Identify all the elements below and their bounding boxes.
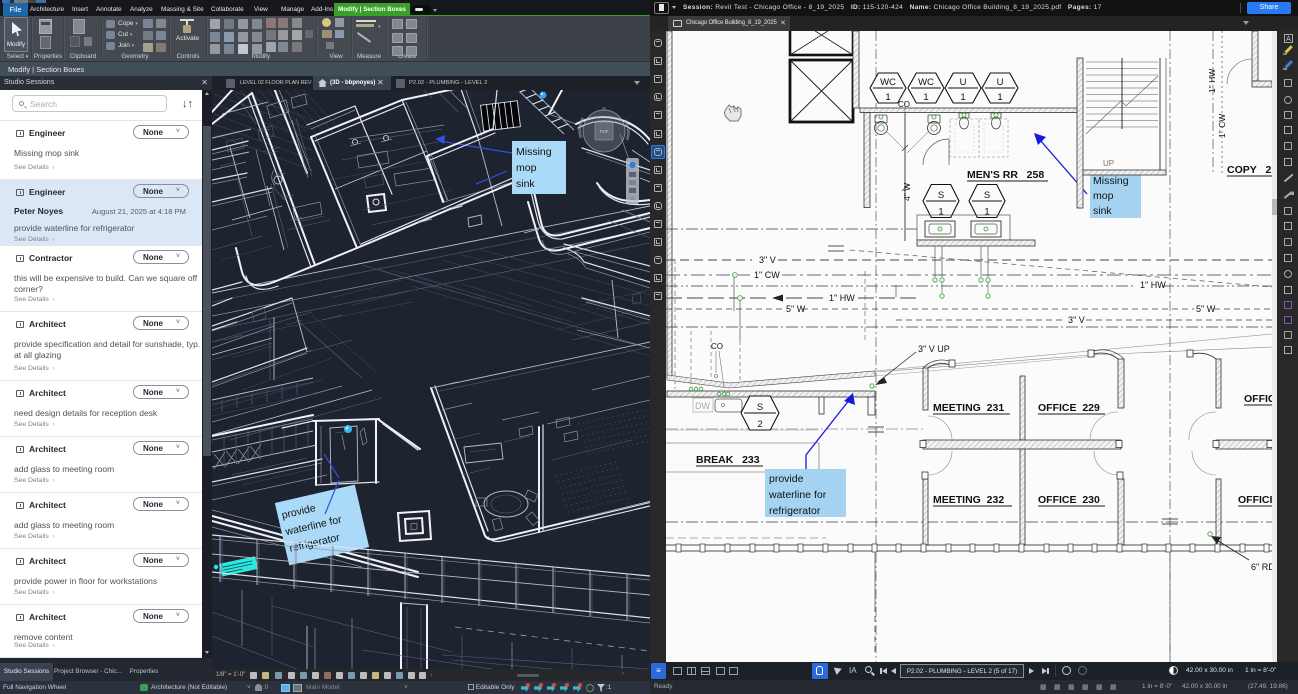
svg-text:sink: sink (516, 178, 535, 190)
svg-text:waterline for: waterline for (768, 489, 827, 501)
svg-text:CO: CO (711, 342, 723, 351)
svg-text:COPY 2: COPY 2 (1227, 164, 1272, 176)
svg-text:DW: DW (695, 401, 710, 411)
svg-text:1: 1 (923, 92, 928, 103)
svg-text:TOP: TOP (599, 129, 608, 134)
svg-text:mop: mop (1093, 190, 1114, 202)
svg-text:5" W: 5" W (1196, 304, 1216, 314)
svg-text:4" W: 4" W (902, 183, 912, 201)
svg-text:S: S (938, 190, 944, 201)
svg-text:1: 1 (938, 207, 943, 218)
svg-text:S: S (757, 402, 763, 413)
svg-text:S: S (984, 190, 990, 201)
svg-text:MEETING 231: MEETING 231 (933, 402, 1004, 414)
svg-text:provide: provide (769, 473, 804, 485)
svg-text:3" V UP: 3" V UP (918, 344, 950, 354)
svg-text:Missing: Missing (1093, 175, 1129, 187)
svg-text:Missing: Missing (516, 146, 552, 158)
svg-text:BREAK 233: BREAK 233 (696, 454, 760, 466)
svg-text:U: U (960, 77, 967, 88)
svg-text:CO: CO (898, 100, 910, 109)
svg-text:1" HW: 1" HW (1207, 69, 1217, 93)
svg-text:refrigerator: refrigerator (769, 505, 821, 517)
svg-text:5" W: 5" W (786, 304, 806, 314)
svg-text:U: U (997, 77, 1004, 88)
svg-text:MEN'S RR 258: MEN'S RR 258 (967, 169, 1044, 181)
svg-text:1: 1 (885, 92, 890, 103)
svg-text:N: N (602, 106, 605, 111)
svg-text:WC: WC (918, 77, 934, 88)
svg-text:1" CW: 1" CW (754, 270, 780, 280)
svg-text:sink: sink (1093, 205, 1112, 217)
svg-text:1" HW: 1" HW (829, 293, 855, 303)
svg-text:3" V: 3" V (1068, 315, 1085, 325)
svg-text:mop: mop (516, 162, 537, 174)
svg-text:OFFIC: OFFIC (1244, 393, 1272, 405)
svg-text:1" HW: 1" HW (1140, 280, 1166, 290)
svg-text:UP: UP (1103, 159, 1114, 168)
svg-text:6" RD: 6" RD (1251, 562, 1272, 572)
svg-text:OFFICE 229: OFFICE 229 (1038, 402, 1100, 414)
svg-text:1: 1 (997, 92, 1002, 103)
svg-text:MEETING 232: MEETING 232 (933, 494, 1004, 506)
svg-text:1: 1 (960, 92, 965, 103)
svg-text:OFFICI: OFFICI (1238, 494, 1272, 506)
svg-text:OFFICE 230: OFFICE 230 (1038, 494, 1100, 506)
svg-text:3" V: 3" V (759, 255, 776, 265)
svg-text:WC: WC (880, 77, 896, 88)
svg-text:2: 2 (757, 419, 762, 430)
svg-text:1" CW: 1" CW (1217, 114, 1227, 138)
svg-text:1: 1 (984, 207, 989, 218)
